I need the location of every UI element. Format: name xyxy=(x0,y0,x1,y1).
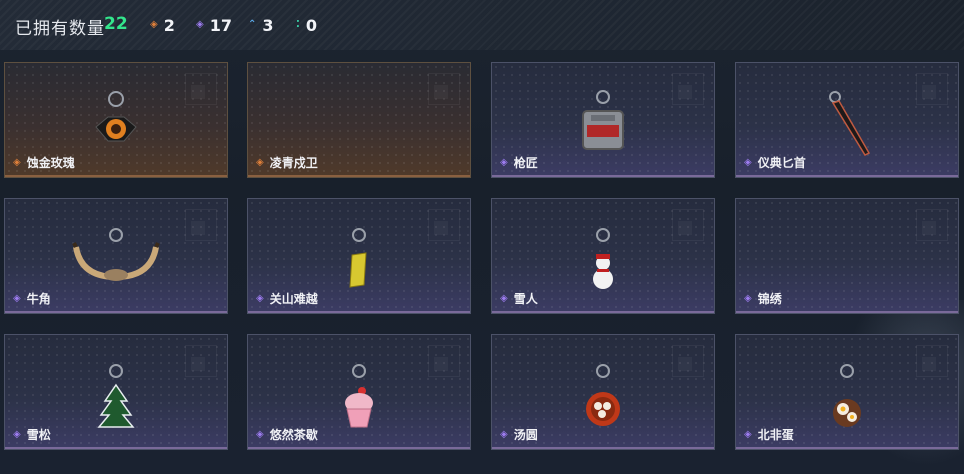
stat-orange-value: 2 xyxy=(163,15,175,35)
soup-bowl-icon xyxy=(586,364,620,426)
purple-diamond-icon: ◈ xyxy=(744,157,752,168)
orange-diamond-icon: ◈ xyxy=(13,157,21,168)
item-card[interactable]: ◈ 枪匠 xyxy=(491,62,715,178)
owned-count-total: 22 xyxy=(104,14,128,34)
stat-blue-value: 3 xyxy=(262,15,274,35)
purple-diamond-icon: ◈ xyxy=(500,429,508,440)
purple-diamond-icon: ◈ xyxy=(196,19,204,30)
purple-diamond-icon: ◈ xyxy=(500,157,508,168)
purple-diamond-icon: ◈ xyxy=(500,293,508,304)
orange-diamond-icon: ◈ xyxy=(256,157,264,168)
item-name: 枪匠 xyxy=(513,156,538,170)
item-card[interactable]: ◈ 仪典匕首 xyxy=(735,62,959,178)
item-card[interactable]: ◈ 锦绣 xyxy=(735,198,959,314)
item-card[interactable]: ◈ 牛角 xyxy=(4,198,228,314)
green-dots-icon: ⁚ xyxy=(296,19,300,30)
horns-icon xyxy=(72,228,160,281)
egg-dish-icon xyxy=(833,364,861,427)
item-name: 汤圆 xyxy=(513,428,538,442)
snowman-icon xyxy=(593,228,613,289)
stat-purple: ◈ 17 xyxy=(196,15,232,35)
item-name: 雪松 xyxy=(26,428,51,442)
stat-orange: ◈ 2 xyxy=(150,15,175,35)
purple-diamond-icon: ◈ xyxy=(744,429,752,440)
item-name: 雪人 xyxy=(513,292,538,306)
item-name: 北非蛋 xyxy=(757,428,794,442)
pine-tree-icon xyxy=(97,364,135,428)
dagger-icon xyxy=(829,91,871,156)
stat-purple-value: 17 xyxy=(209,15,232,35)
item-name: 牛角 xyxy=(26,292,51,306)
item-name: 仪典匕首 xyxy=(757,156,806,170)
orange-diamond-icon: ◈ xyxy=(150,19,158,30)
item-card[interactable]: ◈ 关山难越 xyxy=(247,198,471,314)
cupcake-icon xyxy=(345,364,373,428)
item-name: 悠然茶歇 xyxy=(269,428,318,442)
stat-green: ⁚ 0 xyxy=(296,15,317,35)
item-card[interactable]: ◈ 北非蛋 xyxy=(735,334,959,450)
purple-diamond-icon: ◈ xyxy=(256,293,264,304)
item-name: 蚀金玫瑰 xyxy=(26,156,75,170)
item-card[interactable]: ◈ 悠然茶歇 xyxy=(247,334,471,450)
item-name: 锦绣 xyxy=(757,292,782,306)
item-name: 关山难越 xyxy=(269,292,318,306)
item-card[interactable]: ◈ 雪松 xyxy=(4,334,228,450)
collection-header: 已拥有数量 22 ◈ 2 ◈ 17 ⌃ 3 ⁚ 0 xyxy=(0,0,964,50)
item-card[interactable]: ◈ 汤圆 xyxy=(491,334,715,450)
gold-bar-icon xyxy=(349,228,367,288)
stat-green-value: 0 xyxy=(305,15,317,35)
stat-blue: ⌃ 3 xyxy=(248,15,274,35)
purple-diamond-icon: ◈ xyxy=(13,429,21,440)
purple-diamond-icon: ◈ xyxy=(744,293,752,304)
item-name: 凌青戍卫 xyxy=(269,156,318,170)
purple-diamond-icon: ◈ xyxy=(256,429,264,440)
rose-pendant-icon xyxy=(95,91,137,142)
owned-count-label: 已拥有数量 xyxy=(15,19,105,39)
purple-diamond-icon: ◈ xyxy=(13,293,21,304)
blue-chevron-icon: ⌃ xyxy=(248,19,257,30)
gunsmith-case-icon xyxy=(582,90,624,150)
item-card[interactable]: ◈ 凌青戍卫 xyxy=(247,62,471,178)
item-card[interactable]: ◈ 雪人 xyxy=(491,198,715,314)
item-card[interactable]: ◈ 蚀金玫瑰 xyxy=(4,62,228,178)
